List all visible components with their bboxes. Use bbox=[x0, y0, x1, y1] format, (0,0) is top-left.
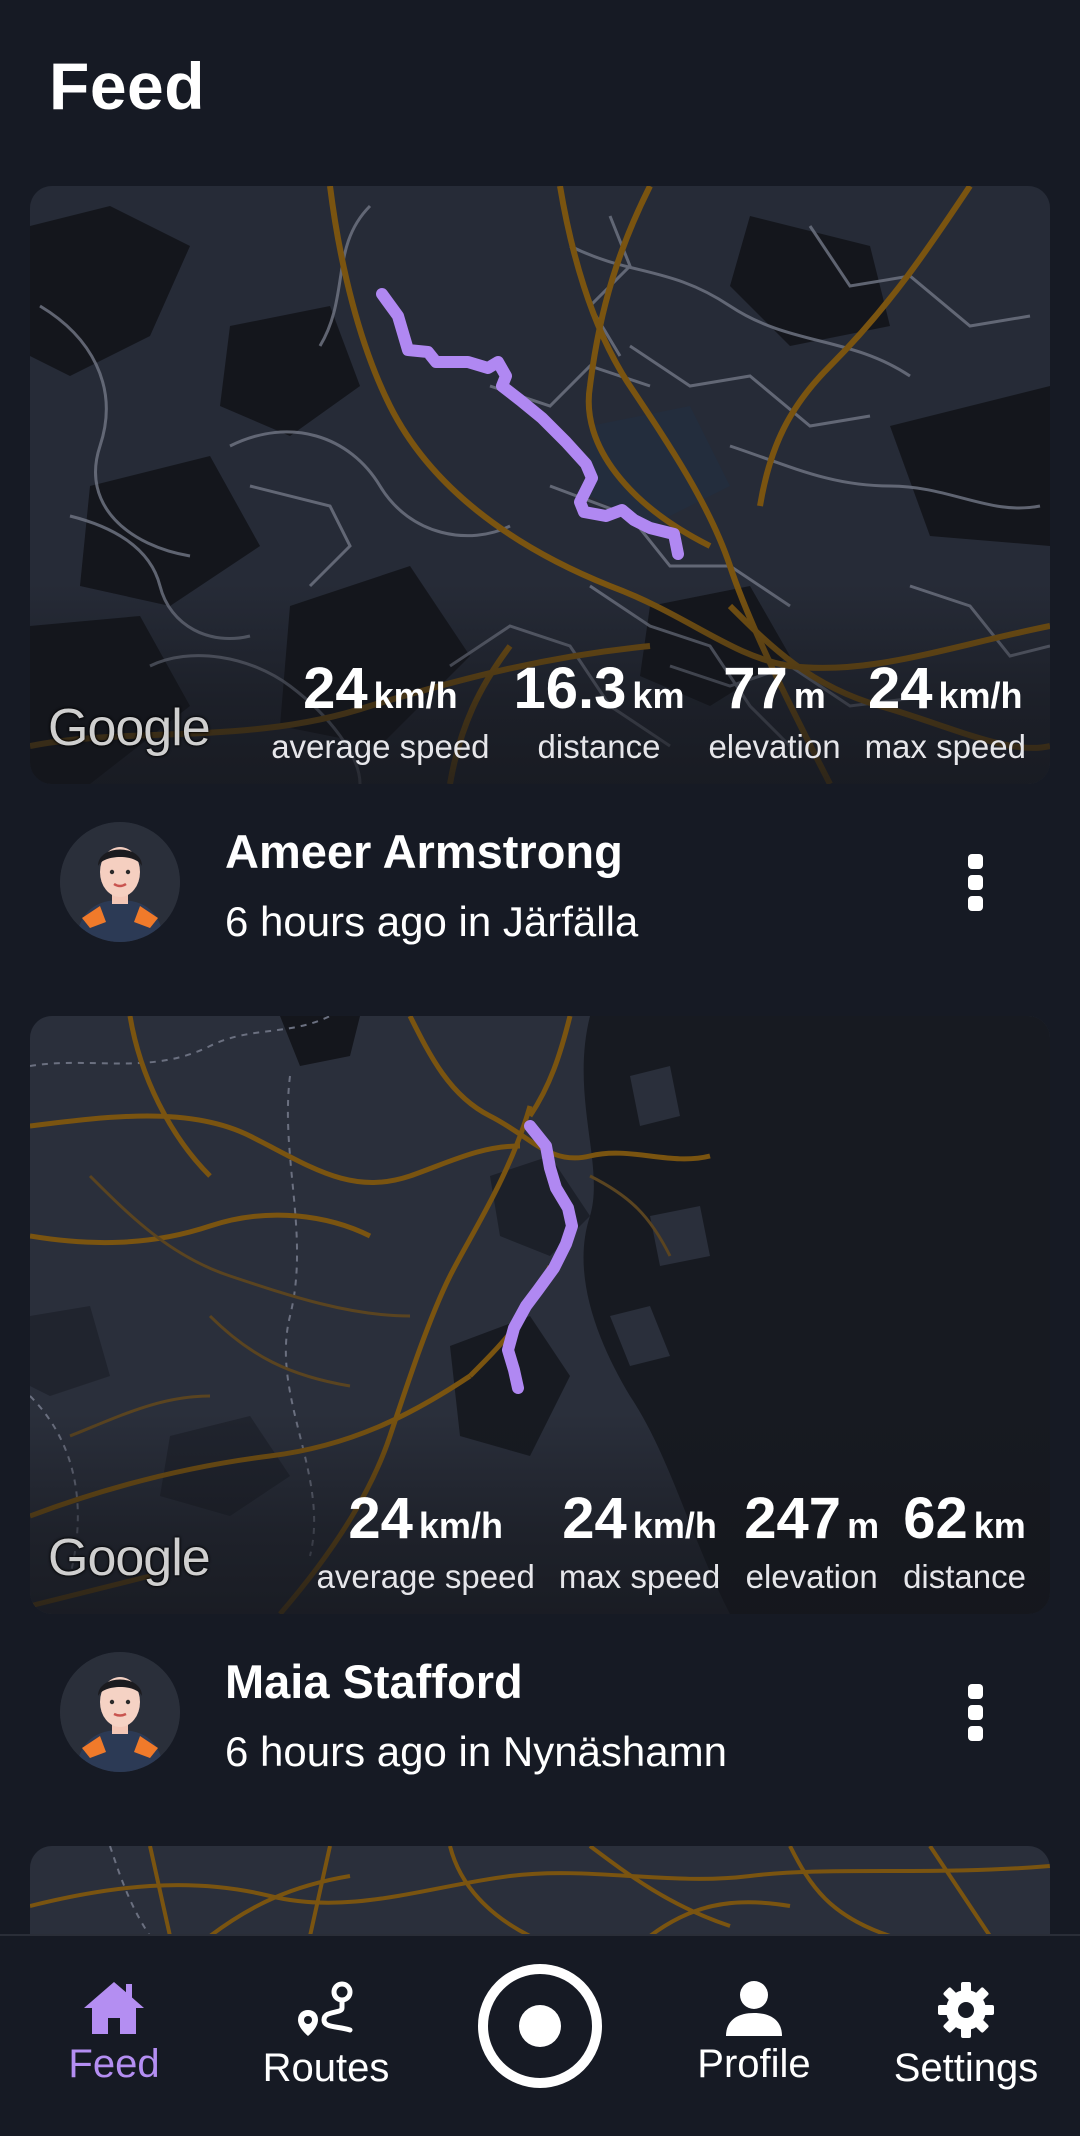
stat-distance: 62 km distance bbox=[903, 1490, 1026, 1596]
stat-label: elevation bbox=[745, 1558, 878, 1595]
gear-icon bbox=[938, 1982, 994, 2038]
page-title: Feed bbox=[49, 49, 206, 123]
nav-label: Feed bbox=[68, 2042, 160, 2086]
nav-item-settings[interactable]: Settings bbox=[866, 1936, 1066, 2136]
activity-author-row: Ameer Armstrong 6 hours ago in Järfälla bbox=[0, 816, 1080, 946]
stat-label: distance bbox=[537, 728, 661, 765]
map-attribution-logo: Google bbox=[48, 1529, 211, 1587]
stat-value: 24 bbox=[562, 1486, 627, 1551]
stat-max-speed: 24 km/h max speed bbox=[559, 1490, 720, 1596]
activity-card[interactable]: Google 24 km/h average speed 24 km/h max s… bbox=[30, 1016, 1050, 1614]
stat-label: average speed bbox=[316, 1558, 535, 1595]
nav-item-feed[interactable]: Feed bbox=[14, 1936, 214, 2136]
activity-author-row: Maia Stafford 6 hours ago in Nynäshamn bbox=[0, 1646, 1080, 1776]
stat-unit: m bbox=[793, 675, 826, 716]
stat-max-speed: 24 km/h max speed bbox=[865, 660, 1026, 766]
record-button[interactable] bbox=[476, 1962, 604, 2090]
nav-item-routes[interactable]: Routes bbox=[226, 1936, 426, 2136]
more-options-icon[interactable] bbox=[955, 842, 995, 922]
stat-elevation: 77 m elevation bbox=[708, 660, 840, 766]
activity-stats: 24 km/h average speed 24 km/h max speed 24… bbox=[317, 1490, 1027, 1596]
stat-value: 77 bbox=[723, 656, 788, 721]
stat-label: distance bbox=[903, 1558, 1026, 1595]
stat-value: 24 bbox=[868, 656, 933, 721]
person-icon bbox=[726, 1981, 782, 2036]
activity-card[interactable]: Google 24 km/h average speed 16.3 km dista… bbox=[30, 186, 1050, 784]
nav-item-profile[interactable]: Profile bbox=[654, 1936, 854, 2136]
stat-value: 247 bbox=[744, 1486, 842, 1551]
avatar[interactable] bbox=[60, 1652, 180, 1772]
bottom-navigation: Feed Routes Profile Settings bbox=[0, 1934, 1080, 2136]
stat-unit: km bbox=[973, 1505, 1026, 1546]
stat-label: average speed bbox=[271, 728, 490, 765]
stat-label: max speed bbox=[864, 728, 1026, 765]
user-name[interactable]: Maia Stafford bbox=[225, 1654, 523, 1709]
stat-average-speed: 24 km/h average speed bbox=[271, 660, 489, 766]
stat-value: 24 bbox=[348, 1486, 413, 1551]
stat-unit: m bbox=[847, 1505, 880, 1546]
more-options-icon[interactable] bbox=[955, 1672, 995, 1752]
activity-time-location: 6 hours ago in Nynäshamn bbox=[225, 1728, 727, 1775]
route-icon bbox=[298, 1981, 353, 2036]
user-name[interactable]: Ameer Armstrong bbox=[225, 824, 623, 879]
record-icon bbox=[478, 1964, 602, 2088]
stat-elevation: 247 m elevation bbox=[744, 1490, 879, 1596]
activity-stats: 24 km/h average speed 16.3 km distance 77 m… bbox=[271, 660, 1026, 766]
nav-label: Routes bbox=[262, 2046, 390, 2090]
stat-unit: km/h bbox=[938, 675, 1023, 716]
map-attribution-logo: Google bbox=[48, 699, 211, 757]
stat-average-speed: 24 km/h average speed bbox=[317, 1490, 535, 1596]
home-icon bbox=[84, 1982, 144, 2034]
nav-label: Profile bbox=[697, 2042, 811, 2086]
stat-unit: km bbox=[632, 675, 685, 716]
stat-distance: 16.3 km distance bbox=[514, 660, 685, 766]
stat-unit: km/h bbox=[373, 675, 458, 716]
stat-unit: km/h bbox=[632, 1505, 717, 1546]
stat-label: elevation bbox=[708, 728, 841, 765]
stat-label: max speed bbox=[558, 1558, 721, 1595]
stat-value: 16.3 bbox=[513, 656, 627, 721]
stat-value: 62 bbox=[903, 1486, 968, 1551]
stat-value: 24 bbox=[303, 656, 368, 721]
activity-time-location: 6 hours ago in Järfälla bbox=[225, 898, 639, 945]
avatar[interactable] bbox=[60, 822, 180, 942]
nav-label: Settings bbox=[893, 2046, 1039, 2090]
stat-unit: km/h bbox=[418, 1505, 503, 1546]
